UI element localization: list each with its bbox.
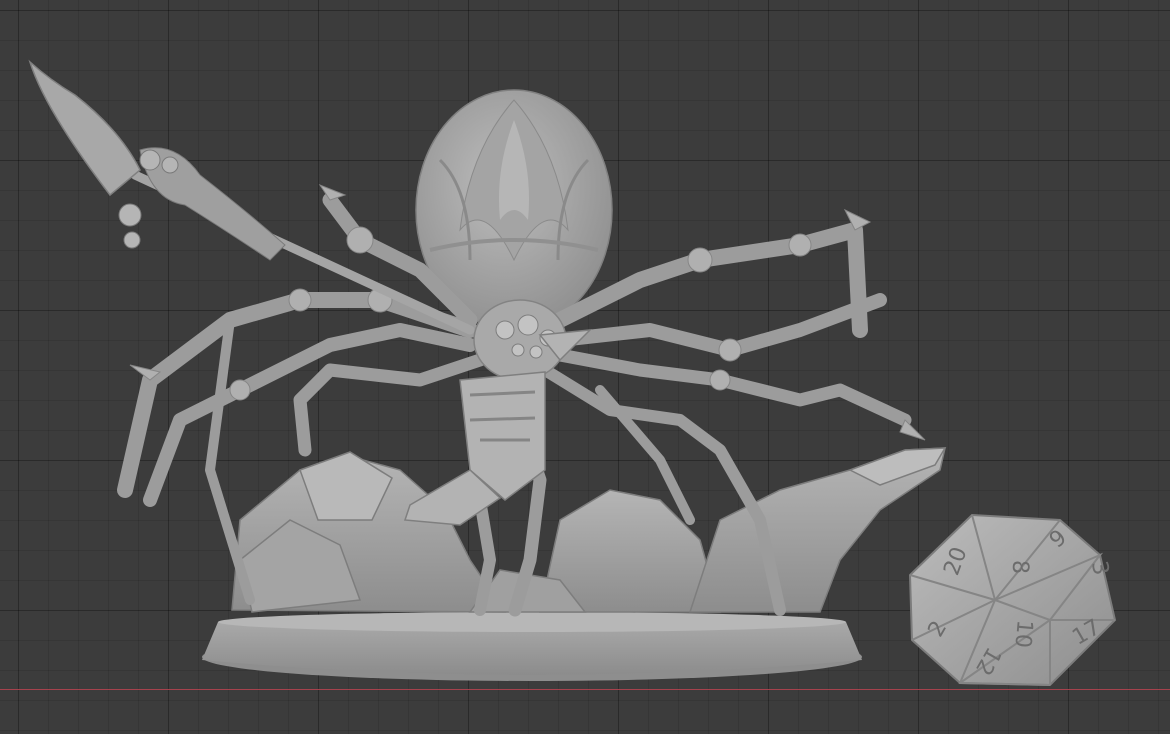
miniature-base bbox=[202, 612, 862, 681]
spider-miniature-model[interactable] bbox=[28, 59, 947, 681]
d20-face-8: 8 bbox=[1007, 560, 1032, 574]
d20-face-3: 3 bbox=[1086, 559, 1113, 577]
viewport-scene: 20 8 10 2 12 17 3 6 bbox=[28, 59, 1117, 687]
d20-die-model[interactable]: 20 8 10 2 12 17 3 6 bbox=[908, 513, 1117, 687]
spear bbox=[28, 59, 475, 335]
3d-viewport[interactable]: 20 8 10 2 12 17 3 6 bbox=[0, 0, 1170, 734]
rock-pile bbox=[231, 447, 947, 613]
d20-face-10: 10 bbox=[1009, 619, 1036, 649]
